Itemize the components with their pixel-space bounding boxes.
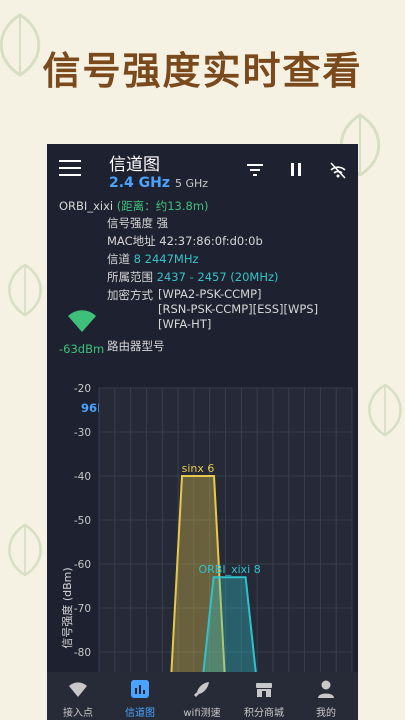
router-model-label: 路由器型号 bbox=[107, 339, 165, 353]
channel-value: 8 2447MHz bbox=[133, 252, 199, 266]
encryption-value-1: [WPA2-PSK-CCMP] bbox=[158, 287, 262, 301]
nav-profile[interactable]: 我的 bbox=[295, 672, 357, 720]
nav-label: 信道图 bbox=[125, 708, 155, 719]
page-title: 信道图 bbox=[109, 155, 160, 175]
filter-icon[interactable] bbox=[245, 160, 265, 180]
nav-points-store[interactable]: 积分商城 bbox=[233, 672, 295, 720]
signal-dbm: -63dBm bbox=[59, 342, 105, 356]
strength-label: 信号强度 bbox=[107, 216, 153, 230]
wifi-off-icon[interactable] bbox=[328, 160, 348, 180]
promo-headline: 信号强度实时查看 bbox=[42, 49, 363, 93]
pause-icon[interactable] bbox=[286, 160, 306, 180]
series-label: ORBI_xixi 8 bbox=[198, 563, 260, 576]
series-label: sinx 6 bbox=[182, 462, 215, 475]
channel-row: 信道 8 2447MHz bbox=[107, 251, 199, 267]
leaf-decoration-icon bbox=[368, 383, 402, 437]
leaf-decoration-icon bbox=[8, 523, 42, 577]
menu-icon[interactable] bbox=[59, 160, 81, 178]
ssid-label: ORBI_xixi bbox=[59, 199, 114, 213]
mac-value: 42:37:86:0f:d0:0b bbox=[159, 234, 263, 248]
leaf-decoration-icon bbox=[8, 263, 42, 317]
person-icon bbox=[318, 680, 334, 698]
range-row: 所属范围 2437 - 2457 (20MHz) bbox=[107, 269, 279, 285]
nav-label: 积分商城 bbox=[244, 708, 284, 719]
range-label: 所属范围 bbox=[107, 270, 153, 284]
mac-row: MAC地址 42:37:86:0f:d0:0b bbox=[107, 233, 263, 249]
tab-5ghz[interactable]: 5 GHz bbox=[175, 177, 208, 190]
app-screen: 信道图 2.4 GHz 5 GHz ORBI_xixi (距离：约13.8m) … bbox=[47, 144, 358, 720]
strength-value: 强 bbox=[156, 216, 169, 230]
encryption-label: 加密方式 bbox=[107, 288, 153, 302]
nav-label: 我的 bbox=[316, 708, 336, 719]
distance-label: (距离：约13.8m) bbox=[116, 199, 209, 213]
encryption-value-2: [RSN-PSK-CCMP][ESS][WPS] bbox=[158, 302, 319, 316]
y-tick-label: -80 bbox=[74, 647, 91, 659]
nav-label: wifi测速 bbox=[183, 708, 221, 719]
nav-speed-test[interactable]: wifi测速 bbox=[171, 672, 233, 720]
y-tick-label: -70 bbox=[74, 603, 91, 615]
app-toolbar: 信道图 2.4 GHz 5 GHz bbox=[47, 144, 358, 196]
network-ssid-line: ORBI_xixi (距离：约13.8m) bbox=[59, 198, 209, 214]
store-icon bbox=[256, 683, 272, 697]
y-tick-label: -20 bbox=[74, 383, 91, 395]
nav-access-points[interactable]: 接入点 bbox=[47, 672, 109, 720]
bar-chart-icon bbox=[131, 680, 149, 698]
wifi-signal-icon bbox=[68, 310, 96, 332]
y-tick-label: -50 bbox=[74, 515, 91, 527]
y-axis-label: 信号强度 (dBm) bbox=[60, 567, 74, 648]
encryption-value-3: [WFA-HT] bbox=[158, 317, 212, 331]
nav-channel-chart[interactable]: 信道图 bbox=[109, 672, 171, 720]
tab-2-4ghz[interactable]: 2.4 GHz bbox=[109, 175, 170, 191]
rocket-icon bbox=[194, 682, 209, 697]
y-tick-label: -30 bbox=[74, 427, 91, 439]
strength-row: 信号强度 强 bbox=[107, 215, 168, 231]
channel-label: 信道 bbox=[107, 252, 130, 266]
mac-label: MAC地址 bbox=[107, 234, 156, 248]
y-tick-label: -40 bbox=[74, 471, 91, 483]
y-tick-label: -60 bbox=[74, 559, 91, 571]
wifi-icon bbox=[69, 682, 87, 697]
nav-label: 接入点 bbox=[63, 708, 93, 719]
encryption-row: 加密方式 bbox=[107, 287, 153, 303]
channel-chart: -20 -30 -40 -50 -60 -70 -80信号强度 (dBm) sinx 6 ORB… bbox=[60, 383, 353, 680]
range-value: 2437 - 2457 (20MHz) bbox=[156, 270, 279, 284]
bottom-nav: 接入点 信道图 wifi测速 积分商城 我的 bbox=[47, 672, 358, 720]
